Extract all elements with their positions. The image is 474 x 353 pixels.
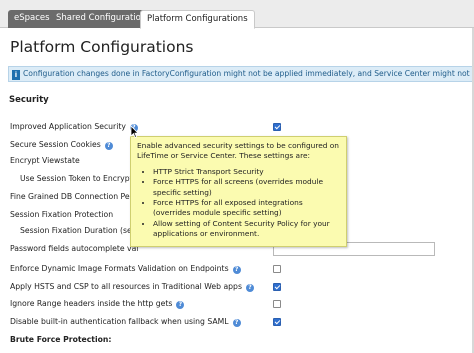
setting-label-text: Session Fixation Duration (seco xyxy=(20,226,141,235)
tab-espaces[interactable]: eSpaces xyxy=(8,10,56,28)
tooltip-item: Force HTTPS for all screens (overrides m… xyxy=(153,177,340,198)
tooltip-item: Force HTTPS for all exposed integrations… xyxy=(153,198,340,219)
setting-label-text: Fine Grained DB Connection Perm xyxy=(10,192,141,201)
question-circle-icon[interactable]: ? xyxy=(232,319,241,327)
security-help-tooltip: Enable advanced security settings to be … xyxy=(130,136,347,247)
setting-row: Disable built-in authentication fallback… xyxy=(0,315,474,330)
setting-label: Improved Application Security? xyxy=(10,122,138,132)
setting-label: Ignore Range headers inside the http get… xyxy=(10,299,185,309)
setting-label: Apply HSTS and CSP to all resources in T… xyxy=(10,282,254,292)
setting-label-text: Apply HSTS and CSP to all resources in T… xyxy=(10,282,242,291)
setting-row: Apply HSTS and CSP to all resources in T… xyxy=(0,280,474,295)
info-message: Configuration changes done in FactoryCon… xyxy=(23,69,474,78)
tooltip-intro: Enable advanced security settings to be … xyxy=(137,141,339,161)
setting-label: Secure Session Cookies? xyxy=(10,140,113,150)
setting-label: Fine Grained DB Connection Perm xyxy=(10,192,140,201)
setting-label-text: Secure Session Cookies xyxy=(10,140,101,149)
tooltip-item: HTTP Strict Transport Security xyxy=(153,167,340,177)
tooltip-list: HTTP Strict Transport Security Force HTT… xyxy=(137,167,340,240)
question-circle-icon[interactable]: ? xyxy=(245,284,254,292)
setting-row: Brute Force Protection: xyxy=(0,333,474,348)
page-title: Platform Configurations xyxy=(10,38,194,56)
tab-platform-configurations[interactable]: Platform Configurations xyxy=(140,10,255,29)
setting-row: Enforce Dynamic Image Formats Validation… xyxy=(0,262,474,277)
setting-label-text: Enforce Dynamic Image Formats Validation… xyxy=(10,264,229,273)
setting-checkbox[interactable] xyxy=(273,283,281,291)
question-circle-icon[interactable]: ? xyxy=(104,142,113,150)
setting-label-text: Encrypt Viewstate xyxy=(10,156,80,165)
setting-row: Improved Application Security? xyxy=(0,120,474,135)
setting-label: Session Fixation Protection xyxy=(10,210,113,219)
question-circle-icon[interactable]: ? xyxy=(176,301,185,309)
setting-label: Password fields autocomplete val xyxy=(10,244,138,253)
section-title-security: Security xyxy=(9,95,49,105)
setting-label: Encrypt Viewstate xyxy=(10,156,80,165)
setting-row: Ignore Range headers inside the http get… xyxy=(0,297,474,312)
setting-label: Use Session Token to Encrypt V xyxy=(20,174,140,183)
setting-label-text: Brute Force Protection: xyxy=(10,335,112,344)
info-banner: i Configuration changes done in FactoryCo… xyxy=(8,66,474,82)
tooltip-item: Allow setting of Content Security Policy… xyxy=(153,219,340,240)
setting-checkbox[interactable] xyxy=(273,300,281,308)
question-circle-icon[interactable]: ? xyxy=(232,266,241,274)
info-icon: i xyxy=(12,70,20,80)
setting-label: Enforce Dynamic Image Formats Validation… xyxy=(10,264,241,274)
tab-bar: eSpaces Shared Configurations Platform C… xyxy=(0,0,474,29)
setting-label-text: Session Fixation Protection xyxy=(10,210,114,219)
setting-label-text: Password fields autocomplete val xyxy=(10,244,139,253)
setting-label-text: Use Session Token to Encrypt V xyxy=(20,174,141,183)
setting-checkbox[interactable] xyxy=(273,265,281,273)
setting-label: Session Fixation Duration (seco xyxy=(20,226,141,235)
setting-label: Disable built-in authentication fallback… xyxy=(10,317,241,327)
setting-label-text: Ignore Range headers inside the http get… xyxy=(10,299,173,308)
mouse-pointer-icon xyxy=(130,125,139,139)
setting-label-text: Disable built-in authentication fallback… xyxy=(10,317,229,326)
setting-label: Brute Force Protection: xyxy=(10,335,111,344)
setting-label-text: Improved Application Security xyxy=(10,122,126,131)
setting-checkbox[interactable] xyxy=(273,123,281,131)
setting-checkbox[interactable] xyxy=(273,318,281,326)
